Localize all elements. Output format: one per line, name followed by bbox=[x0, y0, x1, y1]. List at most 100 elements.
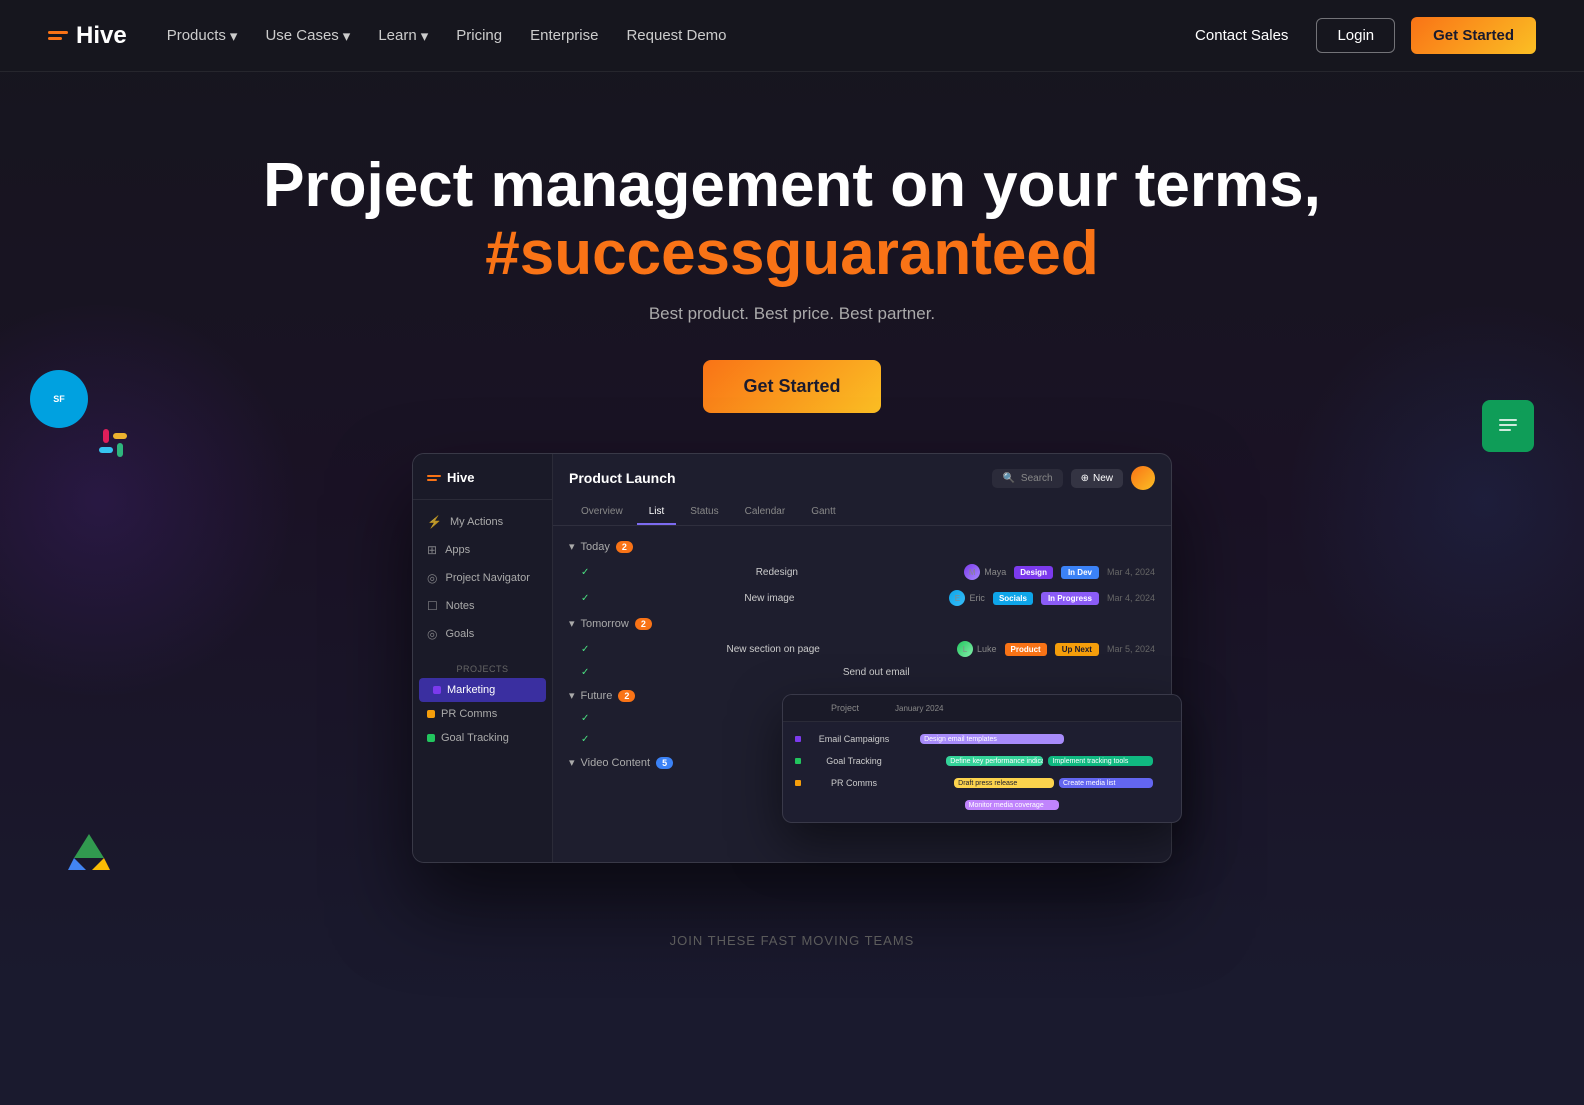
logo-bar-bottom bbox=[48, 37, 62, 40]
gantt-dot bbox=[795, 758, 801, 764]
tab-calendar[interactable]: Calendar bbox=[733, 500, 798, 525]
gantt-row: Email Campaigns Design email templates bbox=[783, 728, 1181, 750]
sidebar-project-marketing[interactable]: Marketing bbox=[419, 678, 546, 702]
hero-headline: Project management on your terms, #succe… bbox=[20, 152, 1564, 288]
nav-left: Hive Products ▾ Use Cases ▾ Learn ▾ Pric… bbox=[48, 22, 727, 50]
user-avatar[interactable] bbox=[1131, 466, 1155, 490]
task-group-tomorrow[interactable]: ▾ Tomorrow 2 bbox=[553, 611, 1171, 636]
navigator-icon: ◎ bbox=[427, 571, 437, 585]
search-icon: 🔍 bbox=[1002, 473, 1014, 484]
gantt-bar: Implement tracking tools bbox=[1048, 756, 1153, 766]
check-icon: ✓ bbox=[581, 644, 589, 655]
logo-icon bbox=[48, 31, 68, 40]
sidebar-project-pr-comms[interactable]: PR Comms bbox=[413, 702, 552, 726]
nav-enterprise[interactable]: Enterprise bbox=[530, 27, 598, 44]
app-tabs: Overview List Status Calendar bbox=[569, 500, 1155, 525]
check-icon: ✓ bbox=[581, 667, 589, 678]
task-row[interactable]: ✓ Send out email bbox=[553, 662, 1171, 683]
app-title: Product Launch bbox=[569, 470, 676, 486]
project-color-dot bbox=[427, 734, 435, 742]
tag: Product bbox=[1005, 643, 1047, 656]
task-row[interactable]: ✓ New section on page L Luke Product Up … bbox=[553, 636, 1171, 662]
nav-pricing[interactable]: Pricing bbox=[456, 27, 502, 44]
gantt-row: Monitor media coverage bbox=[783, 794, 1181, 816]
hero-section: Project management on your terms, #succe… bbox=[0, 72, 1584, 903]
logo[interactable]: Hive bbox=[48, 22, 127, 50]
chevron-icon: ▾ bbox=[569, 756, 575, 769]
tag: Socials bbox=[993, 592, 1033, 605]
bottom-section: JOIN THESE FAST MOVING TEAMS bbox=[0, 903, 1584, 968]
check-icon: ✓ bbox=[581, 593, 589, 604]
task-count-badge: 2 bbox=[616, 541, 633, 553]
gantt-row: Goal Tracking Define key performance ind… bbox=[783, 750, 1181, 772]
chevron-down-icon: ▾ bbox=[343, 27, 351, 45]
sidebar-item-project-navigator[interactable]: ◎ Project Navigator bbox=[413, 564, 552, 592]
check-icon: ✓ bbox=[581, 734, 589, 745]
gantt-dot bbox=[795, 780, 801, 786]
task-count-badge: 5 bbox=[656, 757, 673, 769]
get-started-nav-button[interactable]: Get Started bbox=[1411, 17, 1536, 54]
new-button[interactable]: ⊕ New bbox=[1071, 469, 1123, 488]
gantt-bars: Design email templates bbox=[907, 732, 1169, 746]
contact-sales-button[interactable]: Contact Sales bbox=[1183, 19, 1300, 52]
avatar: M bbox=[964, 564, 980, 580]
gantt-row: PR Comms Draft press release Create medi… bbox=[783, 772, 1181, 794]
nav-learn[interactable]: Learn ▾ bbox=[378, 27, 428, 45]
project-color-dot bbox=[433, 686, 441, 694]
tag: Design bbox=[1014, 566, 1053, 579]
tab-list[interactable]: List bbox=[637, 500, 677, 525]
check-icon: ✓ bbox=[581, 567, 589, 578]
gantt-bar: Monitor media coverage bbox=[965, 800, 1059, 810]
gantt-project-label: Project bbox=[795, 703, 895, 713]
hero-subtext: Best product. Best price. Best partner. bbox=[20, 304, 1564, 324]
task-date: Mar 5, 2024 bbox=[1107, 644, 1155, 654]
sidebar-logo: Hive bbox=[413, 470, 552, 500]
chevron-icon: ▾ bbox=[569, 617, 575, 630]
tab-overview[interactable]: Overview bbox=[569, 500, 635, 525]
sidebar-item-my-actions[interactable]: ⚡ My Actions bbox=[413, 508, 552, 536]
avatar: L bbox=[957, 641, 973, 657]
sidebar-item-notes[interactable]: ☐ Notes bbox=[413, 592, 552, 620]
task-assignee: L Luke bbox=[957, 641, 997, 657]
tab-status[interactable]: Status bbox=[678, 500, 730, 525]
app-header-right: 🔍 Search ⊕ New bbox=[992, 466, 1155, 490]
sidebar-item-goals[interactable]: ◎ Goals bbox=[413, 620, 552, 648]
chevron-down-icon: ▾ bbox=[421, 27, 429, 45]
task-count-badge: 2 bbox=[618, 690, 635, 702]
task-assignee: E Eric bbox=[949, 590, 985, 606]
tab-gantt[interactable]: Gantt bbox=[799, 500, 847, 525]
status-badge: Up Next bbox=[1055, 643, 1099, 656]
sidebar-project-goal-tracking[interactable]: Goal Tracking bbox=[413, 726, 552, 750]
sidebar-logo-bars bbox=[427, 475, 441, 481]
task-row[interactable]: ✓ New image E Eric Socials In Progress M… bbox=[553, 585, 1171, 611]
logo-bar-top bbox=[48, 31, 68, 34]
chevron-icon: ▾ bbox=[569, 540, 575, 553]
nav-use-cases[interactable]: Use Cases ▾ bbox=[265, 27, 350, 45]
nav-right: Contact Sales Login Get Started bbox=[1183, 17, 1536, 54]
avatar: E bbox=[949, 590, 965, 606]
get-started-hero-button[interactable]: Get Started bbox=[703, 360, 880, 413]
app-preview: Hive ⚡ My Actions ⊞ Apps ◎ Project Navig… bbox=[412, 453, 1172, 863]
gantt-bar: Define key performance indicators bbox=[946, 756, 1043, 766]
status-badge: In Dev bbox=[1061, 566, 1099, 579]
sidebar-item-apps[interactable]: ⊞ Apps bbox=[413, 536, 552, 564]
app-header: Product Launch 🔍 Search ⊕ New bbox=[553, 454, 1171, 526]
actions-icon: ⚡ bbox=[427, 515, 442, 529]
search-box[interactable]: 🔍 Search bbox=[992, 469, 1062, 488]
task-assignee: M Maya bbox=[964, 564, 1006, 580]
task-date: Mar 4, 2024 bbox=[1107, 567, 1155, 577]
project-color-dot bbox=[427, 710, 435, 718]
logo-text: Hive bbox=[76, 22, 127, 50]
gantt-dot bbox=[795, 802, 801, 808]
gantt-bars: Draft press release Create media list bbox=[907, 776, 1169, 790]
login-button[interactable]: Login bbox=[1316, 18, 1395, 53]
gantt-bar: Design email templates bbox=[920, 734, 1064, 744]
task-row[interactable]: ✓ Redesign M Maya Design In Dev Mar 4, 2… bbox=[553, 559, 1171, 585]
nav-products[interactable]: Products ▾ bbox=[167, 27, 238, 45]
chevron-icon: ▾ bbox=[569, 689, 575, 702]
gantt-bars: Define key performance indicators Implem… bbox=[907, 754, 1169, 768]
gantt-body: Email Campaigns Design email templates G… bbox=[783, 722, 1181, 822]
nav-request-demo[interactable]: Request Demo bbox=[626, 27, 726, 44]
task-group-today[interactable]: ▾ Today 2 bbox=[553, 534, 1171, 559]
apps-icon: ⊞ bbox=[427, 543, 437, 557]
